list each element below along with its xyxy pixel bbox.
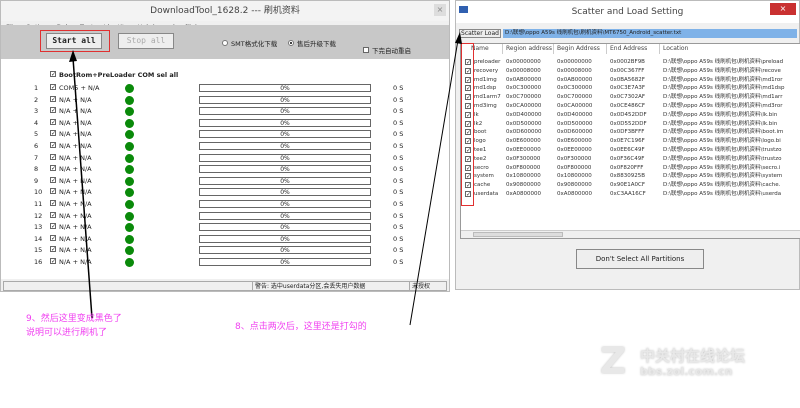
note-line: 说明可以进行刷机了: [26, 328, 108, 338]
arrow-head: [69, 50, 77, 62]
annotation-step-9: 9、然后这里变成黑色了 说明可以进行刷机了: [26, 312, 122, 340]
arrow-line: [409, 39, 459, 326]
note-line: 9、然后这里变成黑色了: [26, 314, 122, 324]
zol-logo-icon: Z: [600, 341, 627, 382]
arrow-line: [72, 57, 93, 319]
watermark-line: 中关村在线论坛: [640, 347, 746, 365]
arrow-head: [455, 32, 462, 44]
annotation-step-8: 8、点击两次后，这里还是打勾的: [235, 322, 367, 332]
watermark-line: bbs.zol.com.cn: [640, 365, 733, 378]
